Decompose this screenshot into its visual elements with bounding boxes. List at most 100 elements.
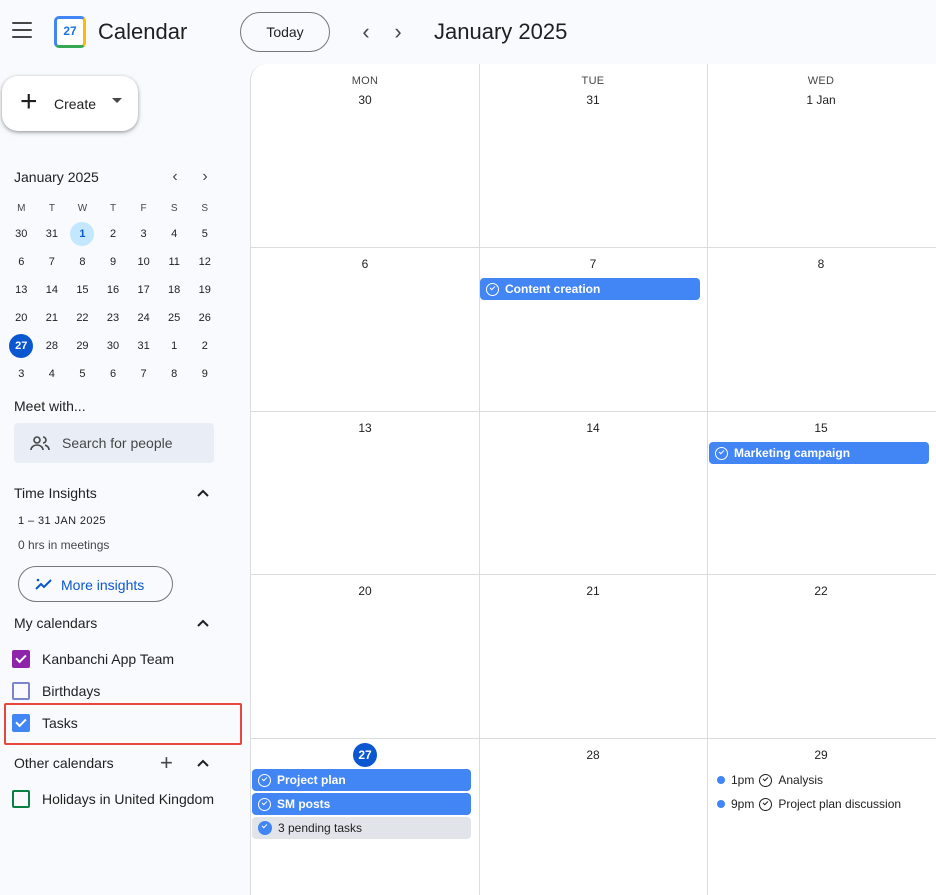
mini-prev-month-icon[interactable]: ‹	[167, 168, 183, 186]
day-number[interactable]: 7	[479, 257, 707, 271]
collapse-insights-chevron-up-icon[interactable]	[193, 483, 213, 503]
mini-day[interactable]: 7	[37, 248, 68, 276]
other-calendars-title: Other calendars	[14, 755, 114, 771]
mini-day[interactable]: 15	[67, 276, 98, 304]
mini-day[interactable]: 5	[189, 220, 220, 248]
mini-day[interactable]: 7	[128, 360, 159, 388]
create-button[interactable]: + Create	[2, 76, 138, 131]
mini-day[interactable]: 4	[159, 220, 190, 248]
mini-day[interactable]: 31	[37, 220, 68, 248]
mini-day[interactable]: 23	[98, 304, 129, 332]
mini-day[interactable]: 31	[128, 332, 159, 360]
birthdays-checkbox[interactable]	[12, 682, 30, 700]
mini-week-row: 3 4 5 6 7 8 9	[6, 360, 220, 388]
mini-day[interactable]: 21	[37, 304, 68, 332]
mini-week-row: 13 14 15 16 17 18 19	[6, 276, 220, 304]
mini-day[interactable]: 28	[37, 332, 68, 360]
mini-day[interactable]: 3	[128, 220, 159, 248]
mini-day[interactable]: 6	[6, 248, 37, 276]
calendar-item-tasks[interactable]: Tasks	[12, 711, 78, 735]
calendar-item-kanbanchi[interactable]: Kanbanchi App Team	[12, 647, 174, 671]
task-chip-marketing-campaign[interactable]: Marketing campaign	[709, 442, 929, 464]
mini-day[interactable]: 14	[37, 276, 68, 304]
mini-day[interactable]: 25	[159, 304, 190, 332]
mini-day[interactable]: 20	[6, 304, 37, 332]
task-check-icon	[759, 797, 773, 811]
previous-period-icon[interactable]: ‹	[354, 20, 378, 44]
search-people-input[interactable]: Search for people	[14, 423, 214, 463]
mini-day[interactable]: 9	[98, 248, 129, 276]
mini-day[interactable]: 13	[6, 276, 37, 304]
mini-day[interactable]: 10	[128, 248, 159, 276]
collapse-other-calendars-chevron-up-icon[interactable]	[193, 753, 213, 773]
day-number[interactable]: 14	[479, 421, 707, 435]
today-button[interactable]: Today	[240, 12, 330, 52]
day-number[interactable]: 8	[707, 257, 935, 271]
caret-down-icon	[112, 98, 122, 103]
add-other-calendar-icon[interactable]: +	[160, 752, 173, 774]
mini-day[interactable]: 11	[159, 248, 190, 276]
mini-next-month-icon[interactable]: ›	[197, 168, 213, 186]
mini-day[interactable]: 2	[98, 220, 129, 248]
task-chip-sm-posts[interactable]: SM posts	[252, 793, 471, 815]
timed-event-analysis[interactable]: 1pm Analysis	[717, 770, 823, 790]
mini-day[interactable]: 26	[189, 304, 220, 332]
mini-day[interactable]: 3	[6, 360, 37, 388]
task-chip-content-creation[interactable]: Content creation	[480, 278, 700, 300]
day-number[interactable]: 21	[479, 584, 707, 598]
month-title: January 2025	[434, 19, 568, 44]
mini-day[interactable]: 1	[159, 332, 190, 360]
mini-day[interactable]: 4	[37, 360, 68, 388]
mini-day[interactable]: 24	[128, 304, 159, 332]
day-number[interactable]: 20	[251, 584, 479, 598]
mini-day[interactable]: 8	[67, 248, 98, 276]
meet-with-title: Meet with...	[14, 398, 86, 414]
day-number[interactable]: 6	[251, 257, 479, 271]
calendar-item-birthdays[interactable]: Birthdays	[12, 679, 100, 703]
mini-day[interactable]: 29	[67, 332, 98, 360]
calendar-item-holidays[interactable]: Holidays in United Kingdom	[12, 787, 214, 811]
mini-day[interactable]: 12	[189, 248, 220, 276]
mini-day[interactable]: 19	[189, 276, 220, 304]
event-title: Project plan discussion	[778, 797, 902, 811]
mini-day[interactable]: 30	[6, 220, 37, 248]
more-insights-label: More insights	[61, 577, 145, 593]
task-chip-project-plan[interactable]: Project plan	[252, 769, 471, 791]
day-number[interactable]: 15	[707, 421, 935, 435]
timed-event-discussion[interactable]: 9pm Project plan discussion	[717, 794, 901, 814]
mini-day[interactable]: 30	[98, 332, 129, 360]
mini-day[interactable]: 9	[189, 360, 220, 388]
holidays-checkbox[interactable]	[12, 790, 30, 808]
calendar-logo: 27	[54, 16, 86, 48]
weekday-header: TUE	[581, 75, 605, 87]
mini-day[interactable]: 16	[98, 276, 129, 304]
app-title: Calendar	[98, 19, 188, 44]
tasks-checkbox[interactable]	[12, 714, 30, 732]
more-insights-button[interactable]: More insights	[18, 566, 173, 602]
day-number[interactable]: 29	[707, 748, 935, 762]
pending-tasks-chip[interactable]: 3 pending tasks	[252, 817, 471, 839]
day-number[interactable]: 13	[251, 421, 479, 435]
day-number[interactable]: 28	[479, 748, 707, 762]
month-grid: MON TUE WED 30 31 1 Jan 6 7 8 13 14 15 2…	[250, 64, 936, 895]
task-check-icon	[759, 773, 773, 787]
mini-day[interactable]: 8	[159, 360, 190, 388]
day-number-today[interactable]: 27	[251, 743, 479, 767]
mini-day[interactable]: 2	[189, 332, 220, 360]
kanbanchi-checkbox[interactable]	[12, 650, 30, 668]
mini-day[interactable]: 6	[98, 360, 129, 388]
mini-day-selected[interactable]: 1	[67, 220, 98, 248]
mini-day[interactable]: 22	[67, 304, 98, 332]
collapse-my-calendars-chevron-up-icon[interactable]	[193, 613, 213, 633]
mini-day[interactable]: 5	[67, 360, 98, 388]
people-icon	[30, 436, 50, 451]
mini-day-today[interactable]: 27	[6, 332, 37, 360]
day-number[interactable]: 1 Jan	[707, 93, 935, 107]
day-number[interactable]: 22	[707, 584, 935, 598]
mini-day[interactable]: 18	[159, 276, 190, 304]
day-number[interactable]: 30	[251, 93, 479, 107]
day-number[interactable]: 31	[479, 93, 707, 107]
mini-day[interactable]: 17	[128, 276, 159, 304]
next-period-icon[interactable]: ›	[386, 20, 410, 44]
main-menu-icon[interactable]	[12, 22, 32, 38]
